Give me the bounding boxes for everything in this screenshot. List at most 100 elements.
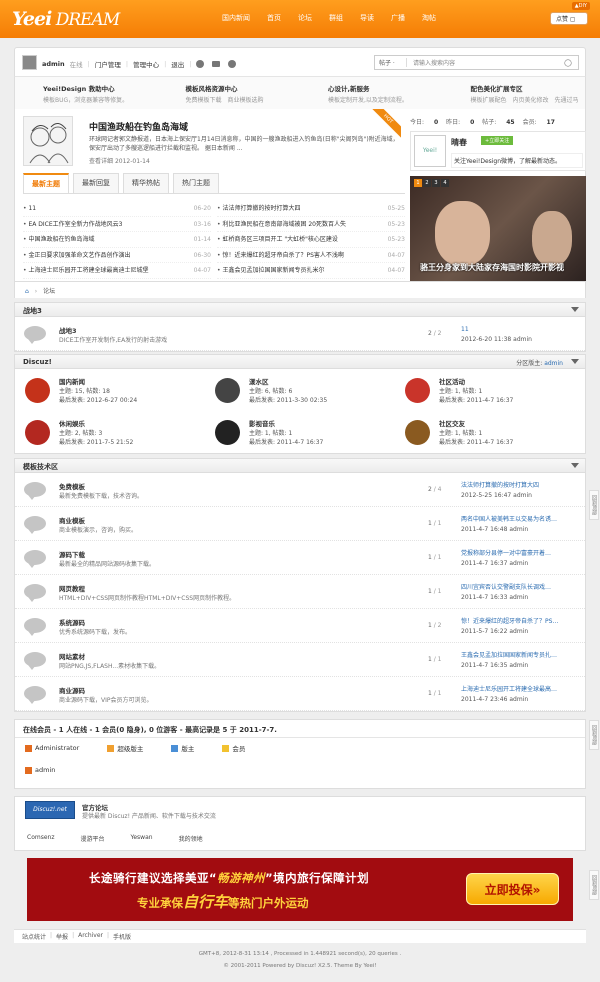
forum-header[interactable]: 战地3 — [15, 303, 585, 317]
link-yeswan[interactable]: Yeswan — [131, 834, 153, 843]
bulb-icon[interactable] — [228, 60, 237, 68]
collapse-icon[interactable] — [571, 359, 579, 364]
nav-broadcast[interactable]: 广播 — [391, 13, 405, 23]
list-item[interactable]: 法法师打算撤的按时打算大四05-25 — [217, 201, 405, 217]
forum-name[interactable]: 商业模板 — [59, 515, 85, 525]
nav-guide[interactable]: 导读 — [360, 13, 374, 23]
forum-name[interactable]: 国内新闻 — [59, 376, 85, 386]
forum-cell[interactable]: 社区活动 主题: 1, 帖数: 1 最后发表: 2011-4-7 16:37 — [395, 369, 585, 411]
photo-slider[interactable]: 1 2 3 4 骆王分身家到大陆家存海国时影院开影视 — [410, 176, 586, 281]
forum-row[interactable]: 免费模板 最新免费模板下载，技术咨询。 2 / 4 法法师打算撤的按时打算大四 2012… — [15, 473, 585, 507]
last-topic-link[interactable]: 惊！近来爆红的超牙帝自杀了？PS… — [461, 617, 583, 627]
mail-icon[interactable] — [212, 61, 221, 67]
last-topic-link[interactable]: 王鑫会见孟加拉国国家新闻专员扎… — [461, 651, 583, 661]
tab-hot[interactable]: 热门主题 — [173, 173, 219, 193]
forum-cell[interactable]: 影视音乐 主题: 1, 帖数: 1 最后发表: 2011-4-7 16:37 — [205, 411, 395, 453]
nav-forum[interactable]: 论坛 — [298, 13, 312, 23]
insure-button[interactable]: 立即投保» — [466, 873, 559, 905]
report-link[interactable]: 举报 — [56, 932, 68, 941]
forum-name[interactable]: 免费模板 — [59, 481, 85, 491]
ad-banner[interactable]: 长途骑行建议选择美亚“畅游神州”境内旅行保障计划 专业承保自行车等热门户外运动 … — [27, 858, 573, 921]
logout-link[interactable]: 退出 — [171, 59, 184, 69]
last-topic-link[interactable]: 四川宜宾否认交警副支队长调戏… — [461, 583, 583, 593]
list-item[interactable]: 王鑫会见孟加拉国国家新闻专员扎米尔04-07 — [217, 263, 405, 279]
quick-item-help[interactable]: Yeei!Design 救助中心 模板BUG，浏览器兼容等修复。 — [15, 77, 158, 109]
like-box[interactable]: 点赞 ▢ — [550, 12, 588, 25]
headline-image[interactable] — [23, 116, 73, 166]
breadcrumb-current[interactable]: 论坛 — [43, 288, 55, 295]
portal-admin-link[interactable]: 门户管理 — [95, 59, 121, 69]
site-logo[interactable]: Yeei DREAM — [12, 8, 120, 30]
quick-item-service[interactable]: 心设计,新服务 模板定制开发,以及定制流程。 — [300, 77, 443, 109]
weibo-name[interactable]: 晴春 — [451, 137, 467, 148]
follow-button[interactable]: +立即关注 — [481, 136, 514, 145]
discuz-logo[interactable]: Discuz!.net — [25, 801, 75, 819]
forum-row[interactable]: 商业模板 商业模板演示，咨询，购买。 1 / 1 两名中国人被美韩王以交易为名诱… 20… — [15, 507, 585, 541]
forum-name[interactable]: 社区交友 — [439, 418, 465, 428]
nav-news[interactable]: 国内新闻 — [222, 13, 250, 23]
forum-cell[interactable]: 国内新闻 主题: 15, 帖数: 18 最后发表: 2012-6-27 00:24 — [15, 369, 205, 411]
nav-collection[interactable]: 淘帖 — [422, 13, 436, 23]
forum-cell[interactable]: 休闲娱乐 主题: 2, 帖数: 3 最后发表: 2011-7-5 21:52 — [15, 411, 205, 453]
collapse-icon[interactable] — [571, 307, 579, 312]
slide-dot[interactable]: 3 — [432, 179, 440, 187]
forum-header[interactable]: Discuz! 分区版主: admin — [15, 355, 585, 369]
forum-row[interactable]: 系统源码 优秀系统源码下载，发布。 1 / 2 惊！近来爆红的超牙帝自杀了？PS… 20… — [15, 609, 585, 643]
list-item[interactable]: EA DICE工作室全新力作战地风云303-16 — [23, 217, 211, 232]
forum-name[interactable]: 社区活动 — [439, 376, 465, 386]
mobile-link[interactable]: 手机版 — [113, 932, 131, 941]
online-title[interactable]: 在线会员 - 1 人在线 - 1 会员(0 隐身), 0 位游客 - 最高记录是… — [15, 720, 585, 738]
list-item[interactable]: 金正日要求加强革命文艺作品创作演出06-30 — [23, 248, 211, 263]
link-mydomain[interactable]: 我的领地 — [179, 834, 203, 843]
admin-center-link[interactable]: 管理中心 — [133, 59, 159, 69]
forum-name[interactable]: 影视音乐 — [249, 418, 275, 428]
tab-digest[interactable]: 精华热帖 — [123, 173, 169, 193]
back-to-top-button[interactable]: 回到顶部 — [589, 870, 599, 900]
search-input[interactable]: 请输入搜索内容 — [407, 58, 562, 67]
list-item[interactable]: 虹桥商务区三项目开工 "大虹桥"核心区建设05-23 — [217, 232, 405, 248]
link-comsenz[interactable]: Comsenz — [27, 834, 54, 843]
forum-name[interactable]: 网页教程 — [59, 583, 85, 593]
online-user[interactable]: admin — [25, 766, 69, 774]
slide-dot[interactable]: 2 — [423, 179, 431, 187]
quick-item-colors[interactable]: 配色美化扩展专区 模板扩展配色 内页美化修改 先通过马 — [443, 77, 586, 109]
last-topic-link[interactable]: 11 — [461, 325, 583, 335]
search-icon[interactable] — [564, 58, 572, 67]
list-item[interactable]: 利比亚渔民船在意南部海域被困 20死数百人失05-23 — [217, 217, 405, 232]
forum-name[interactable]: 休闲娱乐 — [59, 418, 85, 428]
list-item[interactable]: 中国渔政船在钓鱼岛海域01-14 — [23, 232, 211, 248]
home-icon[interactable]: ⌂ — [25, 288, 29, 295]
more-link[interactable]: 查看详细 — [89, 158, 113, 165]
photo-caption[interactable]: 骆王分身家到大陆家存海国时影院开影视 — [420, 262, 564, 273]
archiver-link[interactable]: Archiver — [78, 932, 103, 941]
forum-name[interactable]: 漾水区 — [249, 376, 269, 386]
last-topic-link[interactable]: 法法师打算撤的按时打算大四 — [461, 481, 583, 491]
forum-name[interactable]: 战地3 — [59, 325, 77, 335]
slide-dot[interactable]: 4 — [441, 179, 449, 187]
moderator-link[interactable]: admin — [544, 360, 563, 367]
tab-replies[interactable]: 最新回复 — [73, 173, 119, 193]
headline-title[interactable]: 中国渔政船在钓鱼岛海域 — [89, 120, 188, 133]
forum-row[interactable]: 网站素材 网站PNG,JS,FLASH...素材收集下载。 1 / 1 王鑫会见孟加拉… — [15, 643, 585, 677]
tab-latest[interactable]: 最新主题 — [23, 173, 69, 193]
search-scope-select[interactable]: 帖子 · — [375, 58, 407, 67]
forum-name[interactable]: 商业源码 — [59, 685, 85, 695]
gear-icon[interactable] — [196, 60, 205, 68]
avatar[interactable] — [22, 55, 37, 70]
list-item[interactable]: 惊！近来爆红的超牙帝自杀了？PS害人不浅啊04-07 — [217, 248, 405, 263]
last-topic-link[interactable]: 党报称部分县停一对中富豪开着… — [461, 549, 583, 559]
collapse-icon[interactable] — [571, 463, 579, 468]
link-manyou[interactable]: 漫游平台 — [80, 834, 104, 843]
stats-link[interactable]: 站点统计 — [22, 932, 46, 941]
forum-row[interactable]: 源码下载 最新最全的精品网站源码收集下载。 1 / 1 党报称部分县停一对中富豪开着…… — [15, 541, 585, 575]
last-topic-link[interactable]: 上海迪士尼乐园开工将建全球最高… — [461, 685, 583, 695]
back-to-top-button[interactable]: 回到顶部 — [589, 490, 599, 520]
forum-cell[interactable]: 社区交友 主题: 1, 帖数: 1 最后发表: 2011-4-7 16:37 — [395, 411, 585, 453]
forum-row[interactable]: 商业源码 商业源码下载，VIP会员方可浏览。 1 / 1 上海迪士尼乐园开工将建全球最… — [15, 677, 585, 711]
forum-row[interactable]: 网页教程 HTML+DIV+CSS网页制作教程HTML+DIV+CSS网页制作教程… — [15, 575, 585, 609]
forum-cell[interactable]: 漾水区 主题: 6, 帖数: 6 最后发表: 2011-3-30 02:35 — [205, 369, 395, 411]
nav-home[interactable]: 首页 — [267, 13, 281, 23]
list-item[interactable]: 1106-20 — [23, 201, 211, 217]
username[interactable]: admin — [42, 60, 65, 68]
back-to-top-button[interactable]: 回到顶部 — [589, 720, 599, 750]
